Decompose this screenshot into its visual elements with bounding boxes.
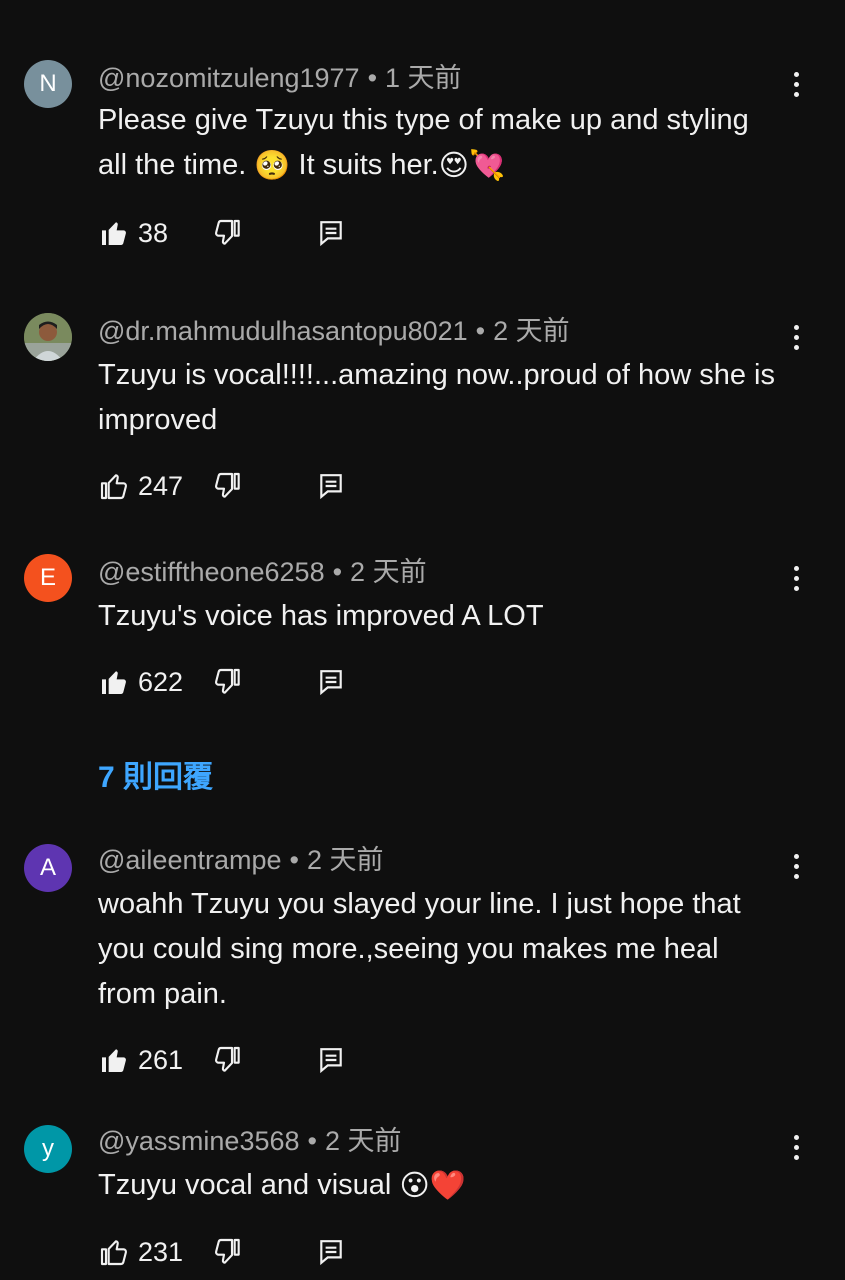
- reply-comment-icon: [320, 1240, 342, 1266]
- comment-text: woahh Tzuyu you slayed your line. I just…: [98, 888, 741, 1010]
- like-count: 622: [138, 666, 184, 697]
- reply-button[interactable]: [318, 466, 344, 506]
- comment-actions: 622: [98, 662, 358, 702]
- reply-button[interactable]: [318, 1040, 344, 1080]
- avatar[interactable]: A: [24, 844, 72, 892]
- avatar[interactable]: y: [24, 1125, 72, 1173]
- comment-item: E @estifftheone6258 • 2 天前 Tzuyu's voice h…: [0, 552, 845, 712]
- dislike-button[interactable]: [212, 466, 244, 506]
- comment-item: @dr.mahmudulhasantopu8021 • 2 天前 Tzuyu is …: [0, 311, 845, 511]
- more-options-button[interactable]: [783, 64, 809, 104]
- reply-button[interactable]: [318, 662, 344, 702]
- dislike-button[interactable]: [212, 1232, 244, 1272]
- avatar[interactable]: E: [24, 554, 72, 602]
- comment-actions: 38: [98, 213, 358, 253]
- thumbs-down-icon: [214, 1046, 240, 1072]
- dislike-button[interactable]: [212, 662, 244, 702]
- comment-header: @aileentrampe • 2 天前: [98, 845, 384, 875]
- avatar[interactable]: N: [24, 60, 72, 108]
- user-photo-icon: [24, 313, 72, 361]
- like-button[interactable]: 622: [98, 662, 183, 702]
- like-count: 38: [138, 217, 169, 248]
- comment-actions: 247: [98, 466, 358, 506]
- comment-text: Please give Tzuyu this type of make up a…: [98, 104, 749, 182]
- comment-header: @nozomitzuleng1977 • 1 天前: [98, 63, 462, 93]
- reply-button[interactable]: [318, 213, 344, 253]
- comment-time: 2 天前: [350, 557, 427, 587]
- comment-author[interactable]: @yassmine3568: [98, 1126, 300, 1156]
- comment-time: 2 天前: [306, 845, 384, 875]
- reply-comment-icon: [320, 1048, 342, 1074]
- like-button[interactable]: 261: [98, 1040, 183, 1080]
- comment-header: @estifftheone6258 • 2 天前: [98, 557, 427, 587]
- comment-time: 2 天前: [324, 1126, 402, 1156]
- like-count: 247: [138, 470, 184, 501]
- thumbs-down-icon: [214, 472, 240, 498]
- comment-author[interactable]: @estifftheone6258: [98, 557, 325, 587]
- like-count: 231: [138, 1236, 184, 1267]
- avatar-letter: y: [42, 1135, 54, 1162]
- like-button[interactable]: 247: [98, 466, 183, 506]
- avatar-letter: E: [39, 564, 56, 591]
- thumbs-up-filled-icon: [102, 671, 126, 694]
- more-options-button[interactable]: [783, 558, 809, 598]
- avatar-letter: N: [39, 70, 57, 97]
- thumbs-up-icon: [100, 474, 128, 500]
- comment-actions: 261: [98, 1040, 358, 1080]
- thumbs-up-filled-icon: [102, 222, 126, 245]
- more-options-button[interactable]: [783, 846, 809, 886]
- comment-item: N @nozomitzuleng1977 • 1 天前 Please give Tz…: [0, 58, 845, 258]
- thumbs-down-icon: [214, 668, 240, 694]
- thumbs-down-icon: [214, 1238, 240, 1264]
- comment-text: Tzuyu's voice has improved A LOT: [98, 600, 544, 632]
- avatar[interactable]: [24, 313, 72, 361]
- reply-button[interactable]: [318, 1232, 344, 1272]
- like-button[interactable]: 231: [98, 1232, 183, 1272]
- comment-time: 2 天前: [493, 316, 570, 346]
- comment-time: 1 天前: [385, 63, 462, 93]
- comment-header: @yassmine3568 • 2 天前: [98, 1126, 402, 1156]
- comment-text: Tzuyu is vocal!!!!...amazing now..proud …: [98, 359, 775, 436]
- comment-header: @dr.mahmudulhasantopu8021 • 2 天前: [98, 316, 570, 346]
- comment-item: y @yassmine3568 • 2 天前 Tzuyu vocal and vis…: [0, 1121, 845, 1280]
- more-options-button[interactable]: [783, 1127, 809, 1167]
- reply-comment-icon: [320, 221, 342, 247]
- comment-actions: 231: [98, 1232, 358, 1272]
- dislike-button[interactable]: [212, 213, 244, 253]
- comment-author[interactable]: @aileentrampe: [98, 845, 282, 875]
- dislike-button[interactable]: [212, 1040, 244, 1080]
- thumbs-up-icon: [100, 1240, 128, 1266]
- comment-author[interactable]: @nozomitzuleng1977: [98, 63, 360, 93]
- like-count: 261: [138, 1044, 184, 1075]
- reply-comment-icon: [320, 474, 342, 500]
- comment-item: A @aileentrampe • 2 天前 woahh Tzuyu you sla…: [0, 840, 845, 1080]
- like-button[interactable]: 38: [98, 213, 168, 253]
- thumbs-down-icon: [214, 219, 240, 245]
- more-options-button[interactable]: [783, 317, 809, 357]
- avatar-letter: A: [39, 854, 56, 881]
- comment-author[interactable]: @dr.mahmudulhasantopu8021: [98, 316, 468, 346]
- view-replies-link[interactable]: 7 則回覆: [98, 752, 213, 796]
- thumbs-up-filled-icon: [102, 1049, 126, 1072]
- reply-comment-icon: [320, 670, 342, 696]
- comment-text: Tzuyu vocal and visual 😮❤️: [98, 1169, 466, 1202]
